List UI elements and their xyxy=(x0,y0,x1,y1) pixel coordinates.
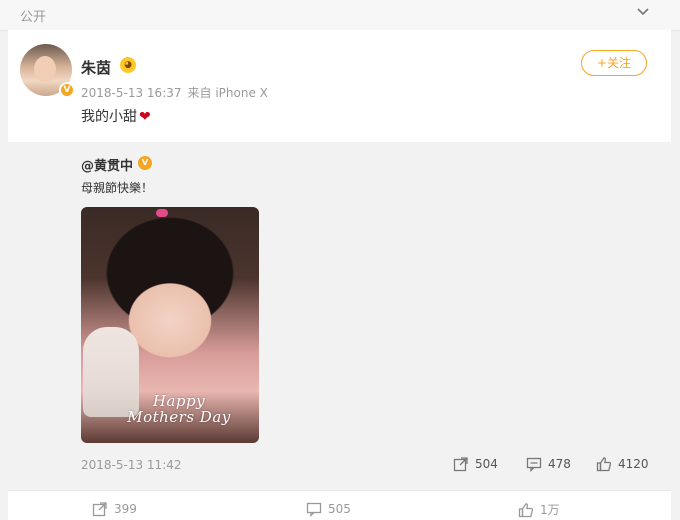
share-button[interactable]: 399 xyxy=(92,501,137,517)
repost-text: 母親節快樂！ xyxy=(81,181,154,195)
repost-timestamp[interactable]: 2018-5-13 11:42 xyxy=(81,458,182,472)
photo-caption: Happy Mothers Day xyxy=(127,392,231,426)
verified-badge-icon: V xyxy=(59,82,75,98)
action-bar: 399 505 1万 xyxy=(8,490,671,520)
share-icon xyxy=(92,502,107,517)
weibo-post-card: V 朱茵 ◕ 2018-5-13 16:37 来自 iPhone X 我的小甜 ❤ … xyxy=(8,30,671,142)
comment-icon xyxy=(306,502,322,517)
repost-author[interactable]: @黄贯中 xyxy=(81,155,133,174)
post-text: 我的小甜 ❤ xyxy=(81,106,151,126)
comment-count: 478 xyxy=(548,457,571,471)
thumbs-up-icon xyxy=(518,502,534,517)
verified-badge-icon: V xyxy=(138,156,152,170)
chevron-down-icon[interactable] xyxy=(636,4,650,23)
share-count: 504 xyxy=(475,457,498,471)
visibility-label: 公开 xyxy=(20,10,47,25)
post-timestamp[interactable]: 2018-5-13 16:37 xyxy=(81,86,182,100)
visibility-bar: 公开 xyxy=(0,0,680,31)
share-count: 399 xyxy=(114,502,137,516)
comment-icon xyxy=(526,457,542,472)
like-button[interactable]: 1万 xyxy=(518,501,560,518)
like-count: 1万 xyxy=(540,503,560,517)
hair-bow xyxy=(156,209,168,217)
post-meta: 2018-5-13 16:37 来自 iPhone X xyxy=(81,84,268,101)
repost-share-button[interactable]: 504 xyxy=(453,456,498,472)
share-icon xyxy=(453,457,468,472)
username[interactable]: 朱茵 xyxy=(81,57,111,78)
post-text-content: 我的小甜 xyxy=(81,109,137,125)
repost-comment-button[interactable]: 478 xyxy=(526,456,571,472)
heart-icon: ❤ xyxy=(139,109,151,125)
post-source: 来自 iPhone X xyxy=(187,86,268,100)
repost-block: @黄贯中 V 母親節快樂！ Happy Mothers Day 2018-5-1… xyxy=(8,145,671,485)
repost-photo[interactable]: Happy Mothers Day xyxy=(81,207,259,443)
follow-button[interactable]: +关注 xyxy=(581,50,647,76)
avatar[interactable]: V xyxy=(20,44,75,98)
thumbs-up-icon xyxy=(596,457,612,472)
comment-button[interactable]: 505 xyxy=(306,501,351,517)
like-count: 4120 xyxy=(618,457,649,471)
emoji-badge-icon: ◕ xyxy=(120,57,136,73)
comment-count: 505 xyxy=(328,502,351,516)
repost-like-button[interactable]: 4120 xyxy=(596,456,649,472)
